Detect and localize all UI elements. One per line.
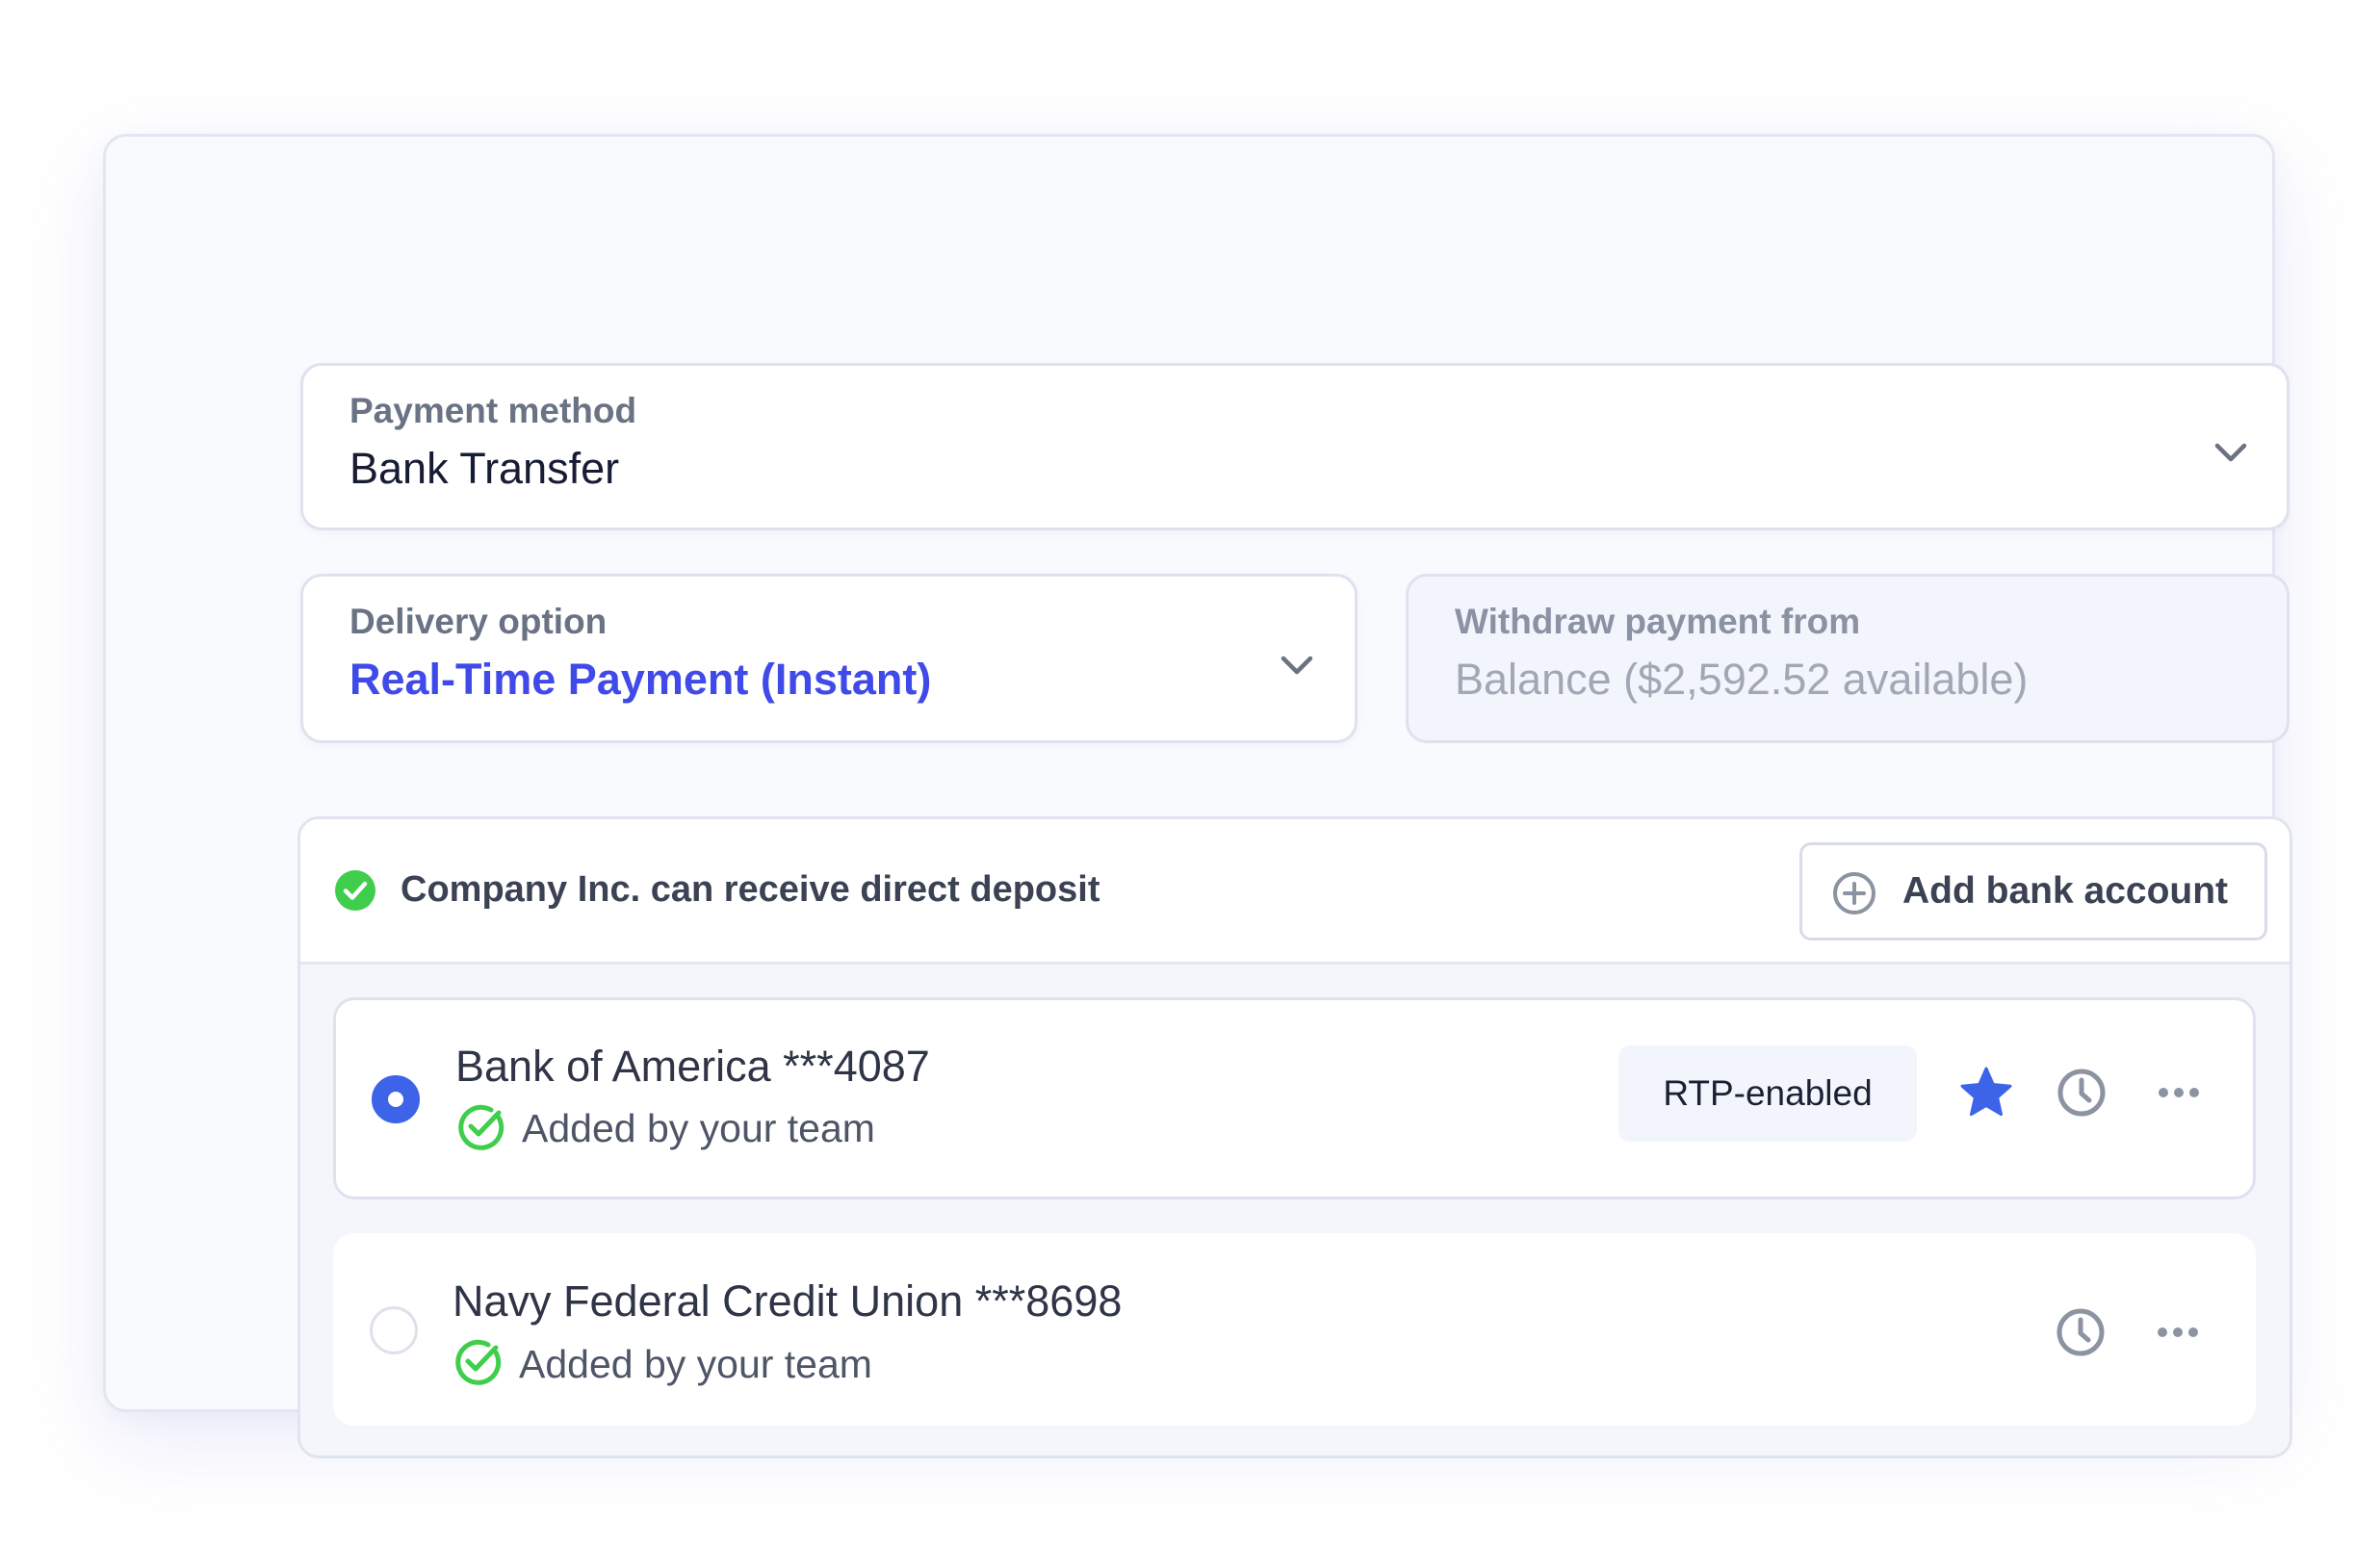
check-badge-icon (458, 1104, 504, 1150)
history-icon[interactable] (2053, 1064, 2110, 1121)
account-added-by: Added by your team (519, 1342, 872, 1386)
rtp-enabled-badge: RTP-enabled (1618, 1045, 1917, 1142)
add-bank-account-label: Add bank account (1902, 870, 2229, 912)
payment-method-select[interactable]: Payment method Bank Transfer (300, 363, 2289, 530)
chevron-down-icon (2214, 443, 2247, 462)
more-icon[interactable] (2150, 1064, 2208, 1121)
delivery-option-value: Real-Time Payment (Instant) (349, 655, 932, 704)
bank-accounts-header: Company Inc. can receive direct deposit … (300, 819, 2289, 965)
withdraw-from-value: Balance ($2,592.52 available) (1455, 655, 2029, 704)
plus-circle-icon (1833, 872, 1876, 915)
withdraw-from-field: Withdraw payment from Balance ($2,592.52… (1406, 574, 2289, 743)
payment-method-value: Bank Transfer (349, 444, 620, 493)
more-icon[interactable] (2149, 1303, 2207, 1361)
star-icon[interactable] (1957, 1064, 2015, 1121)
check-badge-icon (455, 1339, 502, 1385)
account-name: Navy Federal Credit Union ***8698 (453, 1276, 1123, 1326)
bank-account-row[interactable]: Navy Federal Credit Union ***8698 Added … (333, 1233, 2256, 1426)
account-added-by: Added by your team (522, 1106, 875, 1150)
check-circle-icon (335, 870, 375, 911)
delivery-option-select[interactable]: Delivery option Real-Time Payment (Insta… (300, 574, 1358, 743)
payment-method-label: Payment method (349, 391, 637, 430)
account-radio-selected[interactable] (372, 1075, 420, 1123)
withdraw-from-label: Withdraw payment from (1455, 602, 1861, 641)
account-radio[interactable] (370, 1306, 418, 1354)
chevron-down-icon (1281, 656, 1313, 675)
add-bank-account-button[interactable]: Add bank account (1799, 842, 2267, 940)
account-name: Bank of America ***4087 (455, 1042, 930, 1091)
direct-deposit-status: Company Inc. can receive direct deposit (401, 869, 1100, 910)
delivery-option-label: Delivery option (349, 602, 608, 641)
history-icon[interactable] (2052, 1303, 2109, 1361)
bank-accounts-panel: Company Inc. can receive direct deposit … (298, 816, 2292, 1458)
bank-account-row[interactable]: Bank of America ***4087 Added by your te… (333, 997, 2256, 1199)
payment-form-card: Payment method Bank Transfer Delivery op… (103, 134, 2292, 1458)
